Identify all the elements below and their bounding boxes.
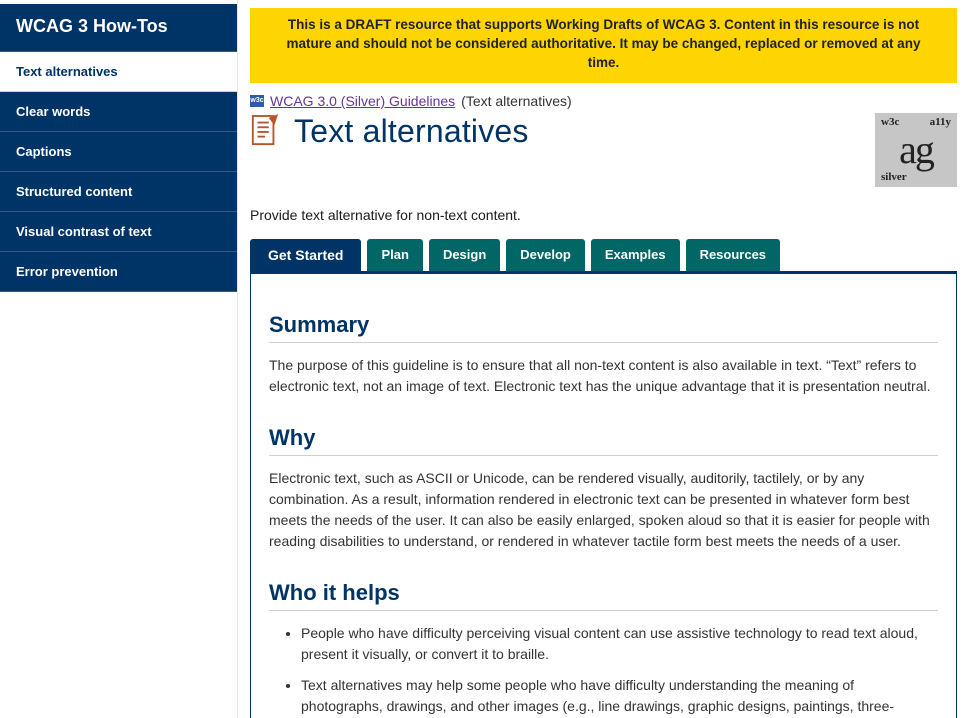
summary-body: The purpose of this guideline is to ensu…: [269, 355, 938, 397]
ag-badge-w3c: w3c: [881, 117, 899, 128]
draft-banner: This is a DRAFT resource that supports W…: [250, 8, 957, 83]
w3c-icon: w3c: [250, 95, 264, 107]
page-title: Text alternatives: [294, 113, 529, 150]
ag-badge: w3c a11y ag silver: [875, 113, 957, 187]
sidebar-item-structured-content[interactable]: Structured content: [0, 172, 237, 212]
sidebar-item-error-prevention[interactable]: Error prevention: [0, 252, 237, 292]
why-body: Electronic text, such as ASCII or Unicod…: [269, 468, 938, 552]
breadcrumb-current: (Text alternatives): [461, 93, 571, 109]
tab-list: Get StartedPlanDesignDevelopExamplesReso…: [250, 239, 957, 271]
heading-summary: Summary: [269, 312, 938, 343]
list-item: People who have difficulty perceiving vi…: [301, 623, 938, 665]
list-item: Text alternatives may help some people w…: [301, 675, 938, 718]
tab-examples[interactable]: Examples: [591, 239, 680, 271]
tab-resources[interactable]: Resources: [686, 239, 780, 271]
sidebar-item-visual-contrast-of-text[interactable]: Visual contrast of text: [0, 212, 237, 252]
sidebar-item-captions[interactable]: Captions: [0, 132, 237, 172]
main-content: This is a DRAFT resource that supports W…: [238, 0, 969, 718]
ag-badge-mid: ag: [881, 128, 951, 170]
tab-get-started[interactable]: Get Started: [250, 239, 361, 271]
tab-design[interactable]: Design: [429, 239, 500, 271]
tab-panel-get-started: Summary The purpose of this guideline is…: [250, 271, 957, 718]
sidebar: WCAG 3 How-Tos Text alternativesClear wo…: [0, 0, 238, 718]
tab-develop[interactable]: Develop: [506, 239, 585, 271]
document-icon: [250, 114, 280, 148]
sidebar-item-clear-words[interactable]: Clear words: [0, 92, 237, 132]
heading-who: Who it helps: [269, 580, 938, 611]
sidebar-title: WCAG 3 How-Tos: [0, 4, 237, 52]
heading-why: Why: [269, 425, 938, 456]
breadcrumb-link[interactable]: WCAG 3.0 (Silver) Guidelines: [270, 93, 455, 109]
breadcrumb: w3c WCAG 3.0 (Silver) Guidelines (Text a…: [250, 93, 957, 109]
tab-plan[interactable]: Plan: [367, 239, 422, 271]
who-list: People who have difficulty perceiving vi…: [269, 623, 938, 718]
intro-text: Provide text alternative for non-text co…: [250, 207, 957, 223]
sidebar-item-text-alternatives[interactable]: Text alternatives: [0, 52, 237, 92]
